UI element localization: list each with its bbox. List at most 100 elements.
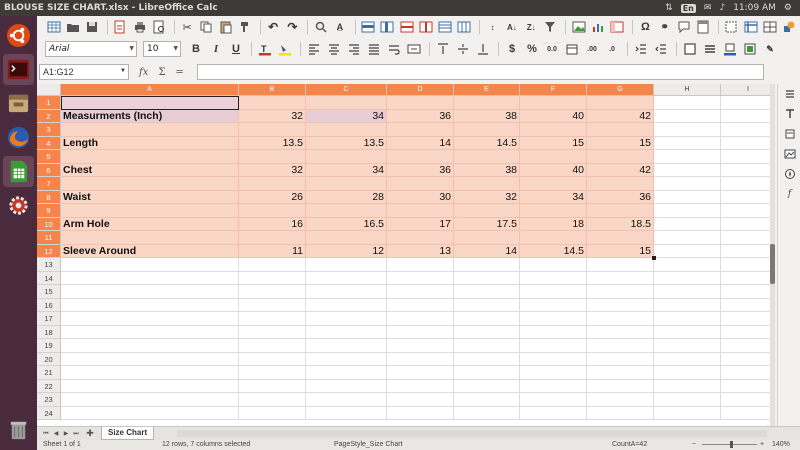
cell-d12[interactable]: 13	[387, 244, 454, 258]
cell-a14[interactable]	[61, 271, 239, 285]
cell-a11[interactable]	[61, 231, 239, 245]
cell-i6[interactable]	[721, 164, 770, 177]
cell-g12[interactable]: 15	[587, 244, 654, 258]
column-header-f[interactable]: F	[520, 84, 587, 96]
cell-f16[interactable]	[520, 298, 587, 312]
cell-i11[interactable]	[721, 231, 770, 245]
next-sheet-icon[interactable]: ▶	[61, 430, 71, 437]
cell-i4[interactable]	[721, 137, 770, 150]
cell-c19[interactable]	[306, 339, 387, 353]
cell-i19[interactable]	[721, 339, 770, 353]
cell-e19[interactable]	[454, 339, 520, 353]
cell-c11[interactable]	[306, 231, 387, 245]
ubuntu-dash-icon[interactable]	[3, 20, 34, 51]
new-document-icon[interactable]	[45, 18, 62, 36]
cell-f10[interactable]: 18	[520, 217, 587, 231]
cell-a23[interactable]	[61, 393, 239, 407]
cell-a8[interactable]: Waist	[61, 190, 239, 204]
row-header-14[interactable]: 14	[37, 271, 61, 285]
cell-g17[interactable]	[587, 312, 654, 326]
sort-icon[interactable]: ↕	[484, 18, 501, 36]
cell-b6[interactable]: 32	[239, 163, 306, 177]
align-right-icon[interactable]	[345, 40, 363, 58]
cell-b5[interactable]	[239, 150, 306, 164]
bold-button[interactable]: B	[187, 40, 205, 58]
border-style-icon[interactable]	[701, 40, 719, 58]
spelling-icon[interactable]: A̲	[331, 18, 348, 36]
cell-b12[interactable]: 11	[239, 244, 306, 258]
cell-b1[interactable]	[239, 96, 306, 110]
cell-h12[interactable]	[654, 244, 721, 258]
cell-h6[interactable]	[654, 163, 721, 177]
sort-descending-icon[interactable]: Z↓	[523, 18, 540, 36]
cell-f1[interactable]	[520, 96, 587, 110]
cell-g14[interactable]	[587, 271, 654, 285]
pivot-table-icon[interactable]	[609, 18, 626, 36]
column-header-g[interactable]: G	[587, 84, 654, 96]
select-all-corner[interactable]	[37, 84, 61, 96]
cell-c8[interactable]: 28	[306, 190, 387, 204]
cell-b15[interactable]	[239, 285, 306, 299]
copy-icon[interactable]	[198, 18, 215, 36]
cell-a24[interactable]	[61, 406, 239, 420]
cell-g8[interactable]: 36	[587, 190, 654, 204]
insert-chart-icon[interactable]	[589, 18, 606, 36]
add-decimal-icon[interactable]: .00	[583, 40, 601, 58]
cell-cursor[interactable]	[61, 96, 239, 110]
align-top-icon[interactable]	[434, 40, 452, 58]
cell-d1[interactable]	[387, 96, 454, 110]
cell-d2[interactable]: 36	[387, 109, 454, 123]
cell-a19[interactable]	[61, 339, 239, 353]
cell-i15[interactable]	[721, 285, 770, 299]
cell-a12[interactable]: Sleeve Around	[61, 244, 239, 258]
cell-i23[interactable]	[721, 393, 770, 407]
cell-i10[interactable]	[721, 218, 770, 231]
cell-f24[interactable]	[520, 406, 587, 420]
cell-d22[interactable]	[387, 379, 454, 393]
cell-b2[interactable]: 32	[239, 109, 306, 123]
sum-icon[interactable]: Σ	[158, 67, 165, 78]
cell-b8[interactable]: 26	[239, 190, 306, 204]
cell-i2[interactable]	[721, 110, 770, 123]
row-header-4[interactable]: 4	[37, 136, 61, 150]
cell-g24[interactable]	[587, 406, 654, 420]
cell-a21[interactable]	[61, 366, 239, 380]
cell-g20[interactable]	[587, 352, 654, 366]
cell-e10[interactable]: 17.5	[454, 217, 520, 231]
cell-f12[interactable]: 14.5	[520, 244, 587, 258]
cell-h24[interactable]	[654, 406, 721, 420]
cell-d7[interactable]	[387, 177, 454, 191]
cell-e20[interactable]	[454, 352, 520, 366]
cell-b3[interactable]	[239, 123, 306, 137]
name-box[interactable]: A1:G12 ▼	[39, 64, 129, 80]
cell-d15[interactable]	[387, 285, 454, 299]
align-middle-icon[interactable]	[454, 40, 472, 58]
cell-d23[interactable]	[387, 393, 454, 407]
cell-e22[interactable]	[454, 379, 520, 393]
row-header-11[interactable]: 11	[37, 231, 61, 245]
cell-i21[interactable]	[721, 366, 770, 380]
cell-c3[interactable]	[306, 123, 387, 137]
hyperlink-icon[interactable]: ⚭	[656, 18, 673, 36]
cell-d9[interactable]	[387, 204, 454, 218]
paste-icon[interactable]	[217, 18, 234, 36]
cell-d24[interactable]	[387, 406, 454, 420]
cell-a3[interactable]	[61, 123, 239, 137]
cell-i13[interactable]	[721, 258, 770, 272]
cell-g10[interactable]: 18.5	[587, 217, 654, 231]
cell-g18[interactable]	[587, 325, 654, 339]
cell-e15[interactable]	[454, 285, 520, 299]
cell-a17[interactable]	[61, 312, 239, 326]
cell-a20[interactable]	[61, 352, 239, 366]
open-folder-icon[interactable]	[64, 18, 81, 36]
special-character-icon[interactable]: Ω	[637, 18, 654, 36]
align-center-icon[interactable]	[325, 40, 343, 58]
justify-icon[interactable]	[365, 40, 383, 58]
comment-icon[interactable]	[675, 18, 692, 36]
cell-b9[interactable]	[239, 204, 306, 218]
cell-g23[interactable]	[587, 393, 654, 407]
row-header-16[interactable]: 16	[37, 298, 61, 312]
cell-d5[interactable]	[387, 150, 454, 164]
cell-g15[interactable]	[587, 285, 654, 299]
cell-c17[interactable]	[306, 312, 387, 326]
